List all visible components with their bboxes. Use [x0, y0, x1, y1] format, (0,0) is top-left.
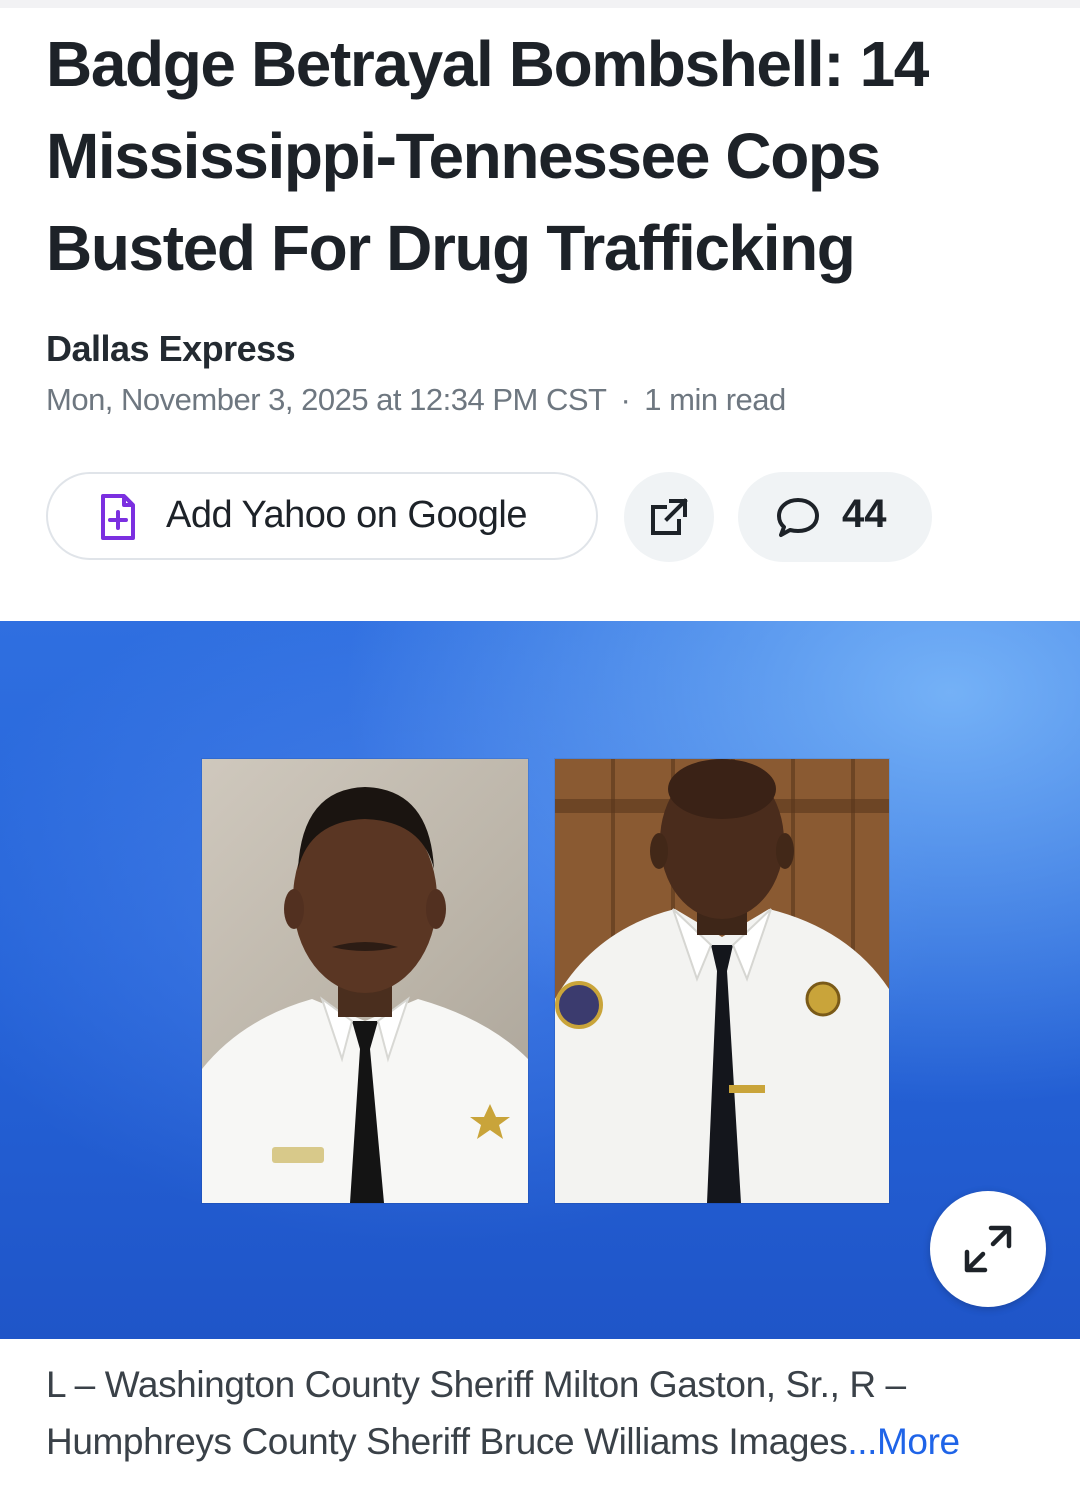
comments-button[interactable]: 44 [738, 472, 932, 562]
share-button[interactable] [624, 472, 714, 562]
add-yahoo-on-google-button[interactable]: Add Yahoo on Google [46, 472, 598, 560]
speech-bubble-icon [777, 498, 819, 537]
portrait-right-illustration [555, 759, 889, 1203]
expand-arrows-icon [964, 1225, 1012, 1273]
doc-plus-icon [101, 494, 135, 540]
image-caption: L – Washington County Sheriff Milton Gas… [46, 1356, 1036, 1470]
top-strip [0, 0, 1080, 8]
caption-more-link[interactable]: ...More [847, 1421, 960, 1462]
publish-date: Mon, November 3, 2025 at 12:34 PM CST [46, 382, 607, 417]
article-meta: Mon, November 3, 2025 at 12:34 PM CST · 1 … [46, 382, 786, 418]
read-time: 1 min read [644, 382, 786, 417]
portrait-photo-right [555, 759, 889, 1203]
comments-count: 44 [842, 492, 887, 536]
portrait-photo-left [202, 759, 528, 1203]
share-external-icon [651, 498, 688, 535]
hero-image[interactable] [0, 621, 1080, 1339]
caption-text: L – Washington County Sheriff Milton Gas… [46, 1364, 906, 1462]
source-name[interactable]: Dallas Express [46, 328, 296, 370]
article-headline: Badge Betrayal Bombshell: 14 Mississippi… [46, 28, 929, 284]
expand-image-button[interactable] [930, 1191, 1046, 1307]
add-yahoo-on-google-label: Add Yahoo on Google [166, 494, 527, 536]
portrait-left-illustration [202, 787, 528, 1203]
meta-separator: · [620, 382, 631, 417]
